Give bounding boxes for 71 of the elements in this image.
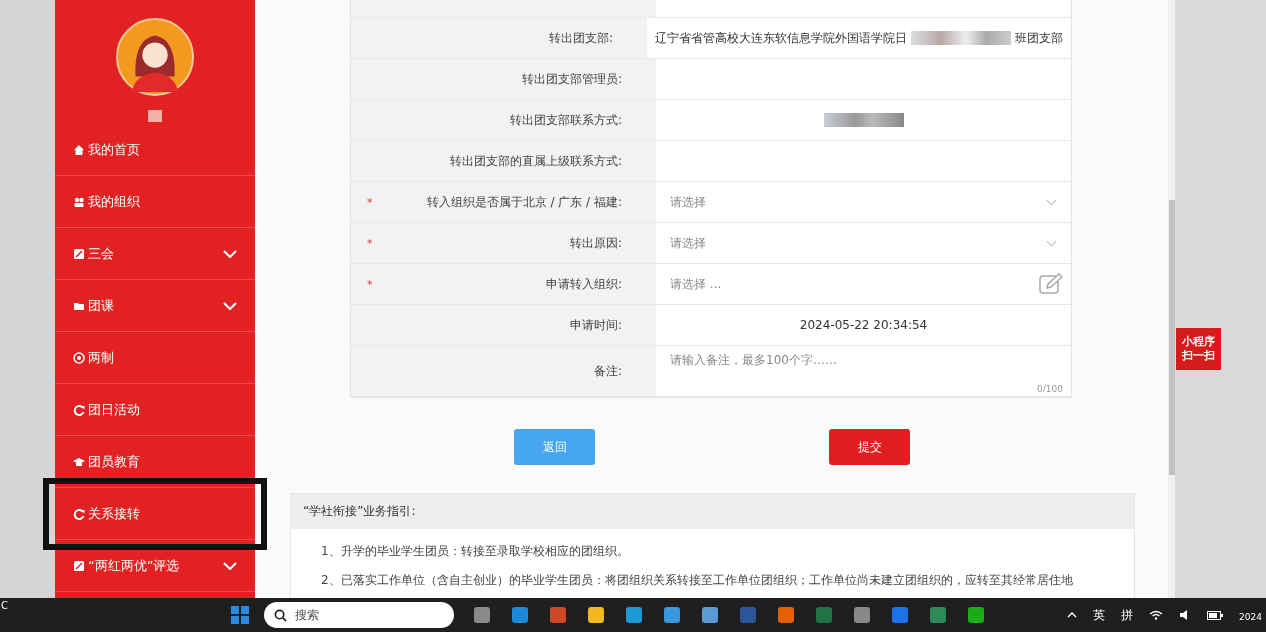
field-label: 转出团支部的直属上级联系方式: (449, 152, 622, 170)
taskbar-app-icon[interactable] (586, 605, 606, 625)
required-mark: * (367, 195, 373, 209)
nav-label: 团员教育 (88, 452, 141, 471)
field-value: 2024-05-22 20:34:54 (799, 318, 928, 332)
clock: 2024 (1239, 611, 1262, 622)
taskbar-app-icon[interactable] (776, 605, 796, 625)
taskbar-app-icon[interactable] (510, 605, 530, 625)
scrollbar[interactable] (1168, 0, 1175, 598)
nav-label: 两制 (88, 348, 115, 367)
field-label: 转出团支部联系方式: (509, 111, 622, 129)
redaction-block (148, 110, 162, 122)
avatar-icon (116, 18, 194, 96)
guide-title: “学社衔接”业务指引: (303, 503, 416, 520)
taskbar-app-icon[interactable] (700, 605, 720, 625)
menu-item-icon (73, 143, 85, 156)
back-button[interactable]: 返回 (514, 429, 595, 465)
chevron-down-icon (223, 301, 237, 310)
field-label: 申请转入组织: (545, 275, 622, 293)
taskbar-text: C (1, 600, 8, 611)
taskbar-app-icon[interactable] (966, 605, 986, 625)
search-field[interactable]: 搜索 (264, 602, 454, 628)
taskbar-app-icon[interactable] (852, 605, 872, 625)
search-icon (274, 608, 287, 622)
remarks-field[interactable]: 请输入备注，最多100个字…… (664, 346, 1063, 384)
nav-label: “两红两优”评选 (88, 556, 181, 575)
taskbar-app-icon[interactable] (662, 605, 682, 625)
field-value: 班团支部 (1015, 29, 1063, 47)
menu-item-icon (73, 247, 85, 260)
start-icon[interactable] (230, 605, 250, 625)
char-counter: 0/100 (1037, 384, 1063, 394)
menu-item-icon (73, 195, 85, 208)
taskbar-app-icon[interactable] (624, 605, 644, 625)
field-label: 转出团支部: (548, 29, 613, 47)
nav-label: 团课 (88, 296, 115, 315)
chevron-up-icon[interactable] (1067, 612, 1078, 618)
nav-label: 关系接转 (88, 504, 141, 523)
mini-program-badge[interactable]: 小程序 扫一扫 (1176, 328, 1221, 370)
field-label: 转出团支部管理员: (521, 70, 622, 88)
field-label: 申请时间: (569, 316, 622, 334)
menu-item-icon (73, 455, 85, 468)
wifi-icon[interactable] (1149, 610, 1164, 620)
nav-label: 三会 (88, 244, 115, 263)
nav-label: 我的首页 (88, 140, 141, 159)
menu-item-icon (73, 351, 85, 364)
input-method-indicator[interactable]: 英 (1093, 606, 1106, 624)
field-label: 转入组织是否属于北京 / 广东 / 福建: (426, 193, 622, 211)
field-label: 备注: (593, 362, 622, 380)
required-mark: * (367, 277, 373, 291)
nav-label: 我的组织 (88, 192, 141, 211)
required-mark: * (367, 236, 373, 250)
select-field[interactable]: 请选择 (664, 182, 1063, 222)
guide-item: 2、已落实工作单位（含自主创业）的毕业学生团员：将团组织关系转接至工作单位团组织；工作单位尚未建立团组织的，应转至其经常居住地 (321, 572, 1074, 589)
field-label: 转出原因: (569, 234, 622, 252)
menu-item-icon (73, 559, 85, 572)
select-field[interactable]: 请选择 (664, 223, 1063, 263)
chevron-down-icon (1046, 198, 1057, 206)
taskbar-app-icon[interactable] (928, 605, 948, 625)
taskbar-app-icon[interactable] (472, 605, 492, 625)
menu-item-icon (73, 507, 85, 520)
submit-button[interactable]: 提交 (829, 429, 910, 465)
guide-item: 1、升学的毕业学生团员：转接至录取学校相应的团组织。 (321, 543, 630, 560)
chevron-down-icon (223, 249, 237, 258)
menu-item-icon (73, 403, 85, 416)
field-value: 辽宁省省管高校大连东软信息学院外国语学院日 (655, 29, 907, 47)
input-method-indicator[interactable]: 拼 (1121, 606, 1134, 624)
chevron-down-icon (223, 561, 237, 570)
picker-field[interactable]: 请选择 ... (664, 264, 1035, 304)
battery-icon[interactable] (1207, 610, 1224, 620)
chevron-down-icon (1046, 239, 1057, 247)
nav-label: 团日活动 (88, 400, 141, 419)
